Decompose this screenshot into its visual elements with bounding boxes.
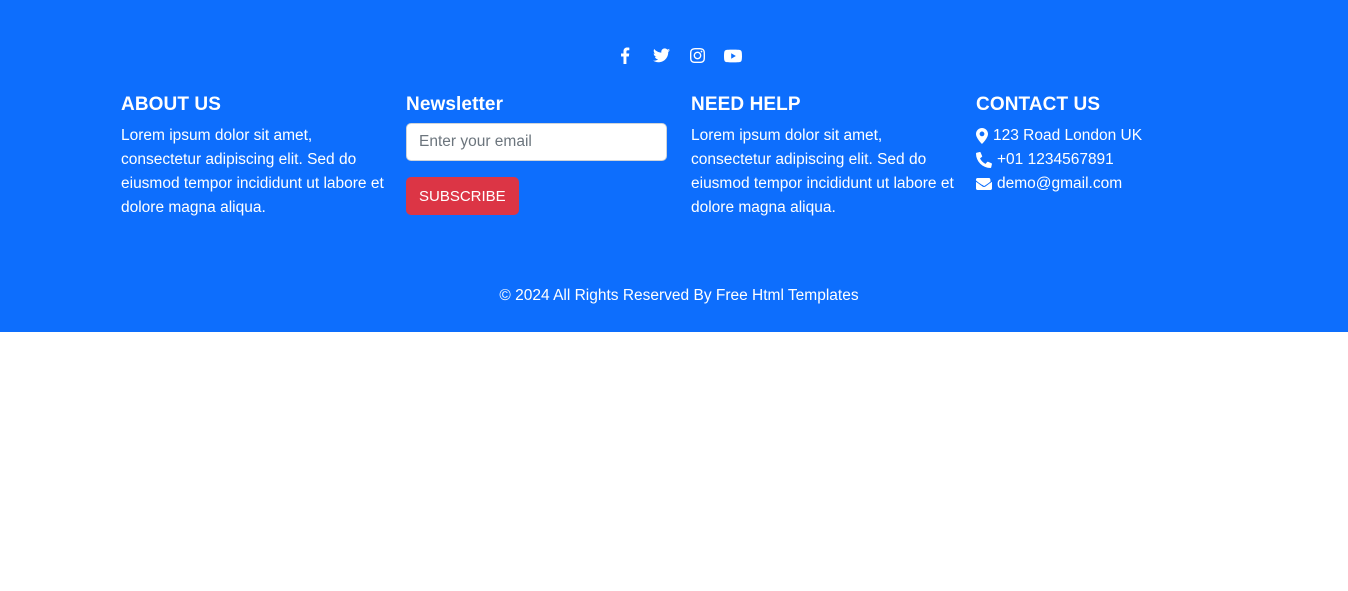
social-links	[0, 46, 1348, 65]
map-marker-icon	[976, 128, 988, 144]
copyright-text: © 2024 All Rights Reserved By Free Html …	[499, 287, 859, 304]
contact-heading: CONTACT US	[976, 94, 1101, 115]
youtube-icon	[724, 49, 742, 63]
contact-phone-text: +01 1234567891	[997, 151, 1114, 168]
facebook-link[interactable]	[616, 46, 635, 65]
newsletter-email-input[interactable]	[406, 123, 667, 161]
about-heading: ABOUT US	[121, 94, 222, 115]
phone-icon	[976, 152, 992, 168]
instagram-link[interactable]	[688, 46, 707, 65]
envelope-icon	[976, 178, 992, 190]
twitter-icon	[652, 48, 670, 63]
about-text: Lorem ipsum dolor sit amet, consectetur …	[121, 127, 384, 216]
contact-address[interactable]: 123 Road London UK	[976, 124, 1241, 148]
need-help-section: NEED HELP Lorem ipsum dolor sit amet, co…	[691, 93, 956, 220]
need-help-heading: NEED HELP	[691, 94, 801, 115]
need-help-text: Lorem ipsum dolor sit amet, consectetur …	[691, 127, 954, 216]
twitter-link[interactable]	[652, 46, 671, 65]
instagram-icon	[689, 48, 705, 63]
contact-email-text: demo@gmail.com	[997, 175, 1123, 192]
contact-section: CONTACT US 123 Road London UK +01 123456…	[976, 93, 1241, 196]
contact-email[interactable]: demo@gmail.com	[976, 172, 1241, 196]
subscribe-button[interactable]: SUBSCRIBE	[406, 177, 519, 215]
newsletter-section: Newsletter SUBSCRIBE	[406, 93, 671, 215]
contact-phone[interactable]: +01 1234567891	[976, 148, 1241, 172]
about-section: ABOUT US Lorem ipsum dolor sit amet, con…	[121, 93, 386, 220]
youtube-link[interactable]	[724, 46, 743, 65]
contact-address-text: 123 Road London UK	[993, 127, 1143, 144]
facebook-icon	[620, 47, 630, 64]
footer: ABOUT US Lorem ipsum dolor sit amet, con…	[0, 0, 1348, 332]
newsletter-heading: Newsletter	[406, 94, 504, 115]
